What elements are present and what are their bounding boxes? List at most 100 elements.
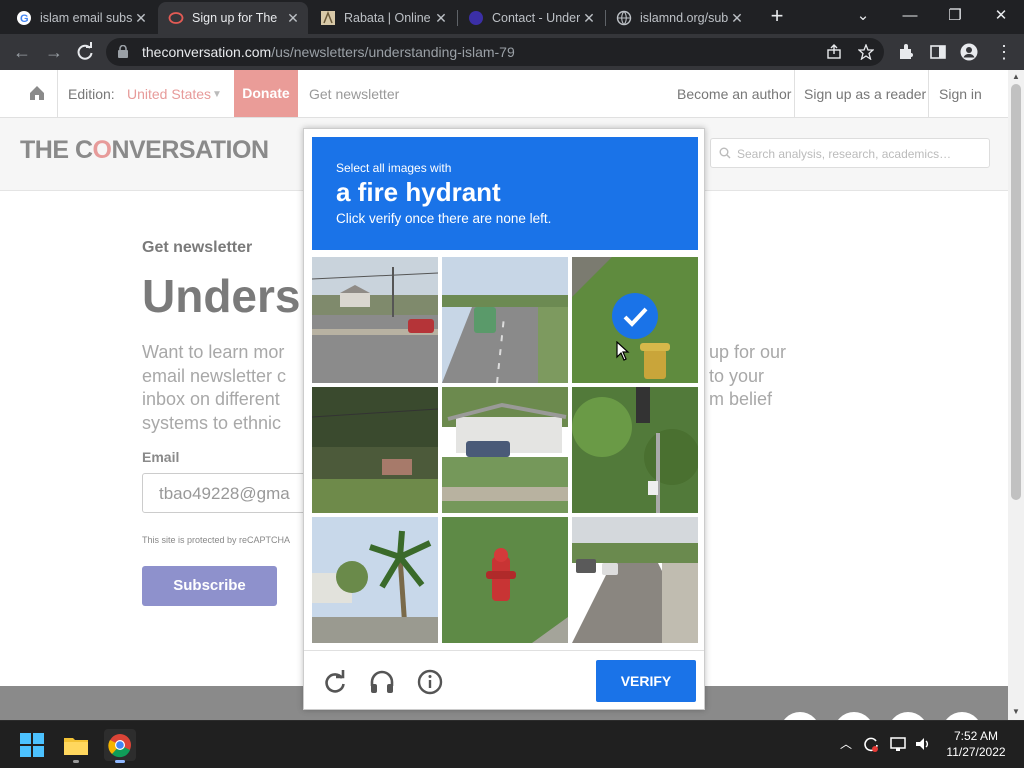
page-kicker: Get newsletter xyxy=(142,239,253,256)
reload-icon[interactable] xyxy=(75,42,95,62)
tile-image xyxy=(442,387,568,513)
clock-date: 11/27/2022 xyxy=(946,745,1006,759)
globe-icon xyxy=(616,10,632,26)
page-title: Unders xyxy=(142,270,301,322)
profile-icon[interactable] xyxy=(960,43,978,61)
recaptcha-challenge: Select all images with a fire hydrant Cl… xyxy=(303,128,705,710)
tab-search-icon[interactable]: ⌄ xyxy=(851,5,875,27)
close-icon[interactable]: ✕ xyxy=(284,10,302,27)
address-bar[interactable]: theconversation.com/us/newsletters/under… xyxy=(106,38,884,66)
tile-image xyxy=(572,517,698,643)
captcha-target: a fire hydrant xyxy=(336,177,501,207)
tab-islam-email[interactable]: G islam email subs ✕ xyxy=(6,2,156,34)
info-icon[interactable] xyxy=(417,669,443,695)
become-author-link[interactable]: Become an author xyxy=(677,86,791,102)
new-tab-button[interactable]: + xyxy=(766,5,788,28)
divider xyxy=(57,70,58,118)
tab-sign-up[interactable]: Sign up for The ✕ xyxy=(158,2,308,34)
intro-line: to your xyxy=(709,365,765,386)
scrollbar-thumb[interactable] xyxy=(1011,84,1021,500)
subscribe-button[interactable]: Subscribe xyxy=(142,566,277,606)
page-scrollbar[interactable]: ▲ ▼ xyxy=(1008,70,1024,720)
search-input[interactable]: Search analysis, research, academics… xyxy=(710,138,990,168)
network-icon[interactable] xyxy=(889,735,907,753)
forward-icon[interactable]: → xyxy=(42,40,66,64)
tab-title: islam email subs xyxy=(40,11,132,25)
close-icon[interactable]: ✕ xyxy=(728,10,746,27)
verify-button[interactable]: VERIFY xyxy=(596,660,696,702)
captcha-tile-street-cars[interactable] xyxy=(572,517,698,643)
system-clock[interactable]: 7:52 AM 11/27/2022 xyxy=(940,728,1012,760)
tile-image xyxy=(442,517,568,643)
side-panel-icon[interactable] xyxy=(929,43,947,61)
chrome-icon[interactable] xyxy=(104,729,136,763)
edition-label: Edition: xyxy=(68,86,115,102)
social-button[interactable] xyxy=(942,712,982,720)
donate-button[interactable]: Donate xyxy=(234,70,298,117)
close-icon[interactable]: ✕ xyxy=(132,10,150,27)
conversation-icon xyxy=(168,12,184,24)
intro-line: m belief xyxy=(709,389,773,409)
search-placeholder: Search analysis, research, academics… xyxy=(737,147,952,161)
volume-icon[interactable] xyxy=(914,735,932,753)
edition-select[interactable]: United States xyxy=(127,86,211,102)
social-button[interactable] xyxy=(780,712,820,720)
captcha-tile-red-hydrant[interactable] xyxy=(442,517,568,643)
url-domain: theconversation.com xyxy=(142,44,272,60)
tab-contact[interactable]: Contact - Under ✕ xyxy=(458,2,604,34)
captcha-tile-white-house[interactable] xyxy=(442,387,568,513)
captcha-instructions: Select all images with a fire hydrant Cl… xyxy=(312,137,698,250)
captcha-tile-traffic-light[interactable] xyxy=(572,387,698,513)
scroll-down-icon[interactable]: ▼ xyxy=(1012,707,1020,716)
close-icon[interactable]: ✕ xyxy=(432,10,450,27)
tab-islamnd[interactable]: islamnd.org/sub ✕ xyxy=(606,2,752,34)
captcha-tile-road-intersection[interactable] xyxy=(312,257,438,383)
social-button[interactable] xyxy=(888,712,928,720)
share-icon[interactable] xyxy=(826,44,842,60)
tab-rabata[interactable]: Rabata | Online ✕ xyxy=(310,2,456,34)
browser-tab-strip: G islam email subs ✕ Sign up for The ✕ R… xyxy=(0,0,1024,34)
chevron-down-icon[interactable]: ▼ xyxy=(212,89,222,100)
app-indicator xyxy=(73,760,79,763)
lock-icon xyxy=(118,45,128,58)
tray-chevron-icon[interactable]: ︿ xyxy=(840,735,852,752)
divider xyxy=(928,70,929,118)
close-icon[interactable]: ✕ xyxy=(580,10,598,27)
captcha-tile-yellow-hydrant[interactable] xyxy=(572,257,698,383)
tab-title: Rabata | Online xyxy=(344,11,431,25)
sign-in-link[interactable]: Sign in xyxy=(939,86,982,102)
scroll-up-icon[interactable]: ▲ xyxy=(1012,72,1020,81)
captcha-image-grid xyxy=(312,257,698,643)
captcha-tile-highway-cars[interactable] xyxy=(442,257,568,383)
home-icon[interactable] xyxy=(28,84,46,102)
refresh-icon[interactable] xyxy=(322,669,348,695)
windows-taskbar: ︿ 7:52 AM 11/27/2022 xyxy=(0,720,1024,768)
tile-image xyxy=(442,257,568,383)
close-window-button[interactable]: ✕ xyxy=(989,5,1013,27)
sync-icon[interactable] xyxy=(862,735,880,753)
bookmark-star-icon[interactable] xyxy=(858,44,874,60)
logo-text-a: THE C xyxy=(20,136,93,164)
captcha-line3: Click verify once there are none left. xyxy=(336,211,552,226)
site-logo[interactable]: THE CONVERSATION xyxy=(20,136,269,165)
headphones-icon[interactable] xyxy=(369,669,395,695)
intro-text-right: up for our to your m belief xyxy=(709,341,786,412)
sign-up-reader-link[interactable]: Sign up as a reader xyxy=(804,86,926,102)
captcha-line1: Select all images with xyxy=(336,161,452,175)
back-icon[interactable]: ← xyxy=(10,40,34,64)
captcha-tile-palm-trees[interactable] xyxy=(312,517,438,643)
maximize-button[interactable]: ❐ xyxy=(943,5,967,27)
google-icon: G xyxy=(17,11,31,25)
menu-icon[interactable]: ⋮ xyxy=(992,40,1016,64)
recaptcha-note: This site is protected by reCAPTCHA xyxy=(142,535,291,545)
windows-start-icon[interactable] xyxy=(16,729,48,761)
tile-image xyxy=(312,257,438,383)
tile-image xyxy=(572,387,698,513)
captcha-tile-trees-house[interactable] xyxy=(312,387,438,513)
extensions-icon[interactable] xyxy=(897,43,915,61)
file-explorer-icon[interactable] xyxy=(60,729,92,763)
app-indicator xyxy=(115,760,125,763)
get-newsletter-link[interactable]: Get newsletter xyxy=(309,86,399,102)
social-button[interactable] xyxy=(834,712,874,720)
minimize-button[interactable]: — xyxy=(898,5,922,27)
